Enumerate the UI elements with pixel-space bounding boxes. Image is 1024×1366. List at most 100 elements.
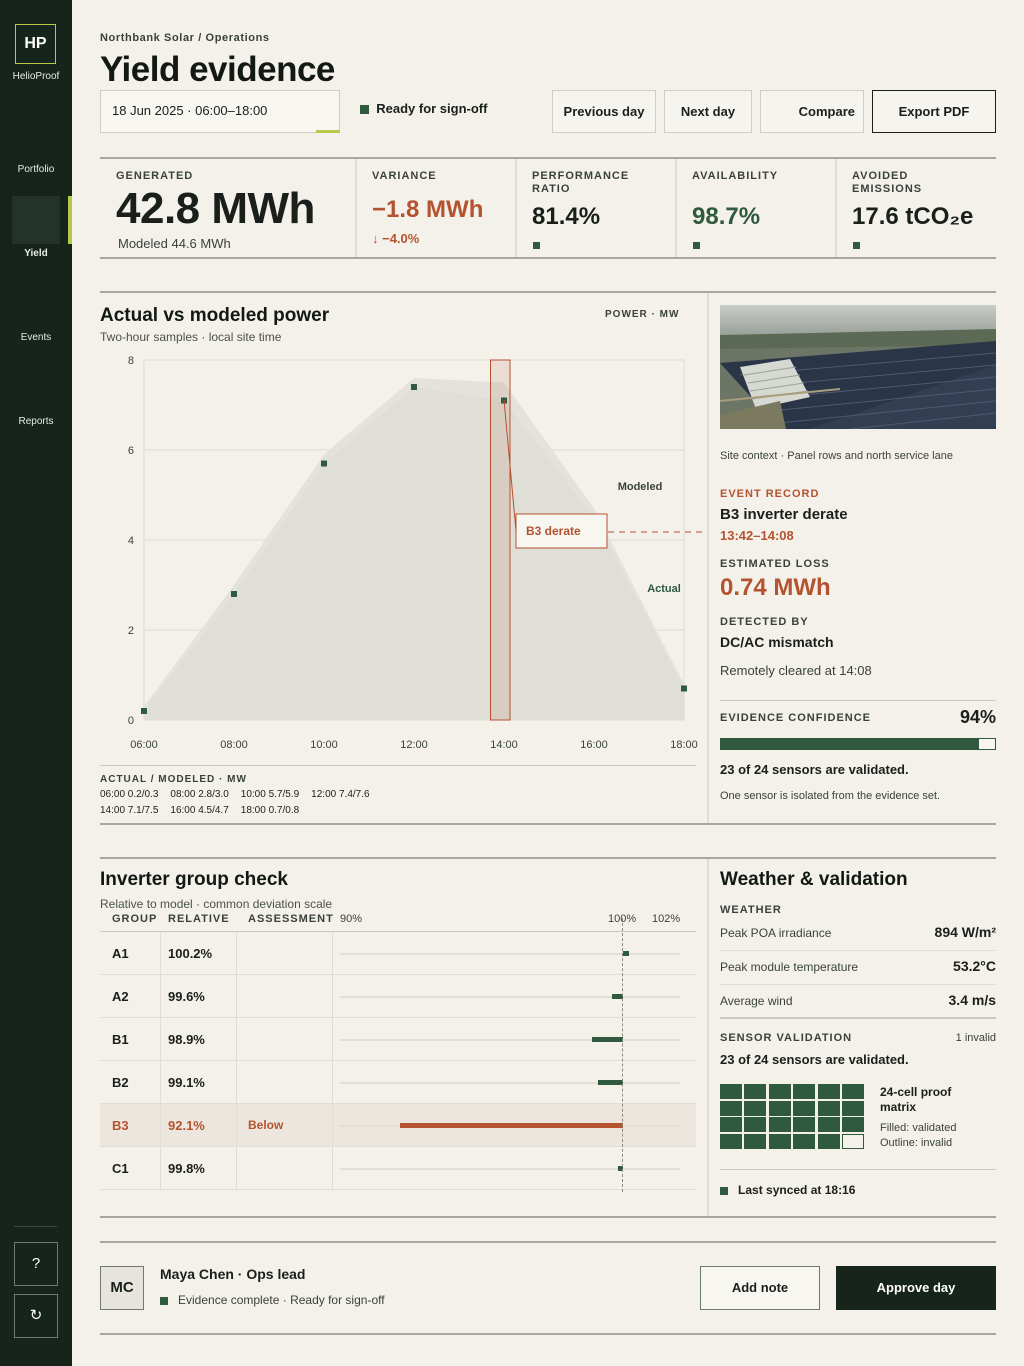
proof-cell [768,1100,791,1116]
actual-point [231,591,237,597]
kpi-availability-value: 98.7% [692,203,761,230]
y-tick-label: 0 [128,715,134,727]
kpi-divider [355,159,357,257]
nav-item-portfolio[interactable]: Portfolio [0,164,72,175]
proof-cell [720,1133,742,1149]
event-callout-label[interactable]: B3 derate [526,524,581,538]
sensors-validated: 23 of 24 sensors are validated. [720,762,909,777]
brand-name: HelioProof [12,71,60,82]
site-caption: Site context · Panel rows and north serv… [720,450,953,462]
breadcrumb[interactable]: Northbank Solar / Operations [100,32,270,44]
sample-1600: 16:00 4.5/4.7 [170,805,229,816]
inverter-top-rule [100,857,996,859]
deviation-bar [399,1123,624,1128]
actual-area [144,387,684,720]
kpi-divider [835,159,837,257]
deviation-bar [597,1080,624,1085]
event-record-label: EVENT RECORD [720,488,820,500]
x-tick-label: 16:00 [580,739,608,751]
nav-yield-icon-box[interactable] [12,196,60,244]
deviation-bar [592,1037,624,1042]
table-row[interactable]: B1 98.9% [100,1018,696,1061]
proof-matrix[interactable] [720,1084,864,1149]
status-square-icon [360,105,369,115]
table-row[interactable]: B2 99.1% [100,1061,696,1104]
table-row[interactable]: A2 99.6% [100,975,696,1018]
row-relative: 100.2% [168,946,213,961]
scale-100-reference-line [622,918,623,1192]
previous-day-button[interactable]: Previous day [552,90,656,133]
avatar[interactable]: MC [100,1266,144,1310]
col-assessment[interactable]: ASSESSMENT [248,913,334,925]
compare-button[interactable]: Compare [760,90,864,133]
sample-1800: 18:00 0.7/0.8 [240,805,300,816]
x-tick-label: 18:00 [670,739,698,751]
power-chart-subtitle: Two-hour samples · local site time [100,330,282,344]
export-pdf-button[interactable]: Export PDF [872,90,996,133]
table-row[interactable]: C1 99.8% [100,1147,696,1190]
power-bottom-rule [100,823,996,825]
app-logo[interactable]: HP [15,24,56,64]
estimated-loss-value: 0.74 MWh [720,574,831,601]
kpi-pr-label: PERFORMANCE RATIO [532,170,630,195]
nav-item-events[interactable]: Events [0,332,72,343]
approve-day-button[interactable]: Approve day [836,1266,996,1310]
sensor-validation-label: SENSOR VALIDATION [720,1032,853,1044]
row-relative: 92.1% [168,1118,205,1133]
modeled-series-label: Modeled [618,481,663,493]
help-button[interactable]: ? [14,1242,58,1286]
next-day-button[interactable]: Next day [664,90,752,133]
table-row[interactable]: A1 100.2% [100,932,696,975]
proof-cell [768,1117,791,1132]
chart-areas [144,378,684,720]
nav-item-reports[interactable]: Reports [0,416,72,427]
row-relative: 99.1% [168,1075,205,1090]
detected-by-label: DETECTED BY [720,616,809,628]
deviation-track [340,953,680,955]
date-accent-bar [316,130,340,133]
inverter-subtitle: Relative to model · common deviation sca… [100,897,333,911]
sync-square-icon [720,1186,728,1195]
proof-cell [744,1133,767,1149]
status-indicator: Ready for sign-off [360,101,487,116]
actual-point [141,708,147,714]
estimated-loss-label: ESTIMATED LOSS [720,558,830,570]
proof-cell [768,1084,791,1099]
y-tick-label: 4 [128,535,134,547]
proof-cell [720,1100,742,1116]
kpi-emissions-label: AVOIDED EMISSIONS [852,170,923,195]
invalid-count: 1 invalid [955,1032,996,1044]
page-title: Yield evidence [100,50,335,89]
site-context-photo[interactable] [720,305,996,429]
evidence-confidence-label: EVIDENCE CONFIDENCE [720,712,872,724]
weather-label: WEATHER [720,904,782,916]
date-range-picker[interactable]: 18 Jun 2025 · 06:00–18:00 [100,90,340,133]
kpi-emissions-value: 17.6 tCO₂e [852,203,974,230]
refresh-button[interactable]: ↻ [14,1294,58,1338]
actual-point [411,384,417,390]
user-name: Maya Chen · Ops lead [160,1266,306,1282]
proof-cell [817,1117,840,1132]
row-group: B3 [112,1118,129,1133]
col-group[interactable]: GROUP [112,913,157,925]
weather-row-irradiance: Peak POA irradiance 894 W/m² [720,917,996,951]
proof-cell [720,1117,742,1132]
row-group: B1 [112,1032,129,1047]
proof-cell [793,1100,816,1116]
x-tick-label: 12:00 [400,739,428,751]
kpi-bottom-rule [100,257,996,259]
col-relative[interactable]: RELATIVE [168,913,230,925]
proof-cell [817,1100,840,1116]
row-group: A1 [112,946,129,961]
sample-1200: 12:00 7.4/7.6 [311,789,370,800]
table-row[interactable]: B3 92.1% Below [100,1104,696,1147]
x-tick-label: 08:00 [220,739,248,751]
nav-item-yield[interactable]: Yield [0,248,72,259]
sensors-note: One sensor is isolated from the evidence… [720,790,941,802]
event-title: B3 inverter derate [720,506,848,523]
evidence-confidence-value: 94% [959,707,996,727]
add-note-button[interactable]: Add note [700,1266,820,1310]
kpi-divider [675,159,677,257]
proof-cell [842,1133,864,1149]
confidence-rule [720,700,996,701]
